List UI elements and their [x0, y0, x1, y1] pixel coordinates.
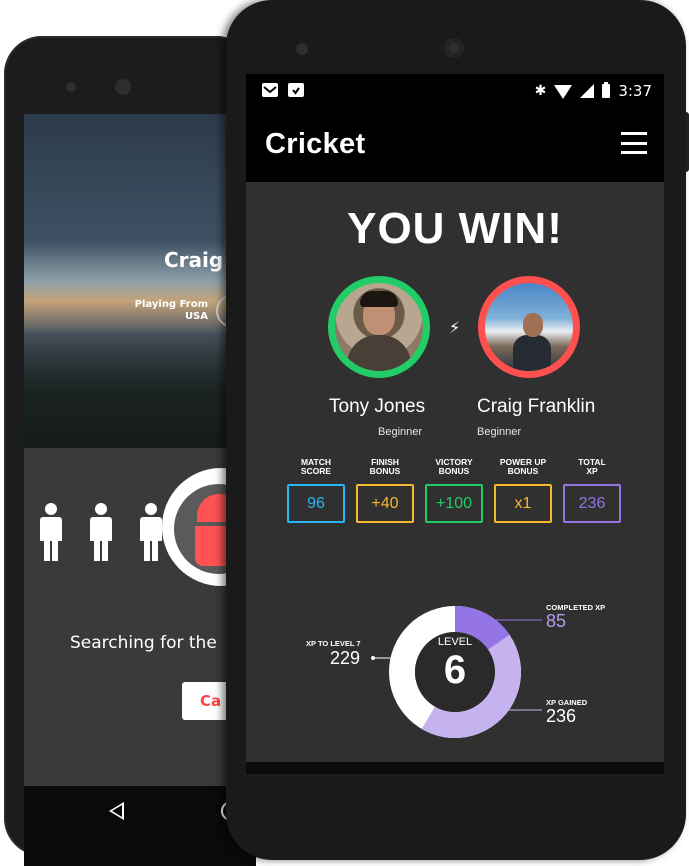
wifi-icon — [554, 85, 573, 99]
stat-label: TOTAL XP — [578, 457, 606, 476]
front-camera — [115, 79, 131, 95]
navigation-bar — [246, 762, 664, 774]
player2-name: Craig Franklin — [477, 396, 596, 417]
result-headline: YOU WIN! — [347, 204, 563, 253]
stat-label: MATCH SCORE — [300, 457, 332, 476]
front-sensor — [296, 43, 308, 55]
background-phone-screen: Craig Playing From USA Searching for the… — [24, 114, 256, 786]
battery-icon — [602, 82, 611, 98]
xp-gained-value: 236 — [546, 706, 577, 726]
completed-xp-value: 85 — [546, 611, 567, 631]
player1-name: Tony Jones — [329, 396, 426, 417]
background-nav-bar — [24, 786, 256, 866]
opponent-name: Craig — [164, 248, 224, 272]
level-progress-chart: LEVEL 6 XP TO LEVEL 7 229 COMPLETED XP 8… — [246, 584, 664, 754]
person-icon — [90, 503, 112, 561]
xp-to-level-label: XP TO LEVEL 7 — [306, 639, 361, 648]
cell-signal-icon — [580, 84, 595, 98]
stat-label: VICTORY BONUS — [435, 457, 473, 476]
front-sensor — [66, 82, 76, 92]
back-icon[interactable] — [109, 802, 124, 820]
app-title: Cricket — [265, 128, 366, 160]
player1-avatar[interactable] — [328, 276, 430, 378]
stat-label: FINISH BONUS — [369, 457, 401, 476]
match-score-box: 96 — [287, 484, 345, 523]
player2-level: Beginner — [477, 426, 522, 438]
person-icon — [140, 503, 162, 561]
victory-bonus-box: +100 — [425, 484, 483, 523]
gmail-icon — [262, 83, 278, 97]
lightning-bolt-icon: ⚡ — [449, 318, 461, 337]
power-up-bonus-box: x1 — [494, 484, 552, 523]
foreground-phone: ✱ 3:37 Cricket YOU WIN! ⚡ Tony Jones Cra… — [226, 0, 686, 860]
total-xp-box: 236 — [563, 484, 621, 523]
app-bar: Cricket — [246, 108, 664, 182]
status-bar: ✱ 3:37 — [246, 74, 664, 108]
player1-level: Beginner — [378, 426, 423, 438]
bluetooth-icon: ✱ — [534, 83, 547, 99]
level-label: LEVEL — [437, 636, 473, 648]
playing-from-label: Playing From USA — [128, 299, 208, 323]
player2-avatar[interactable] — [478, 276, 580, 378]
finish-bonus-box: +40 — [356, 484, 414, 523]
front-camera — [444, 38, 464, 58]
shopping-bag-icon — [288, 83, 304, 97]
search-panel: Searching for the Ca — [24, 448, 256, 786]
opponent-background-photo — [24, 114, 256, 448]
status-time: 3:37 — [618, 82, 652, 100]
level-value: 6 — [443, 648, 467, 692]
searching-text: Searching for the — [70, 633, 217, 653]
game-result-screen: ✱ 3:37 Cricket YOU WIN! ⚡ Tony Jones Cra… — [246, 74, 664, 774]
playing-from-country: USA — [184, 311, 208, 322]
stat-label: POWER UP BONUS — [499, 457, 547, 476]
hamburger-menu-icon[interactable] — [621, 132, 647, 154]
xp-to-level-value: 229 — [330, 648, 361, 668]
person-icon — [40, 503, 62, 561]
